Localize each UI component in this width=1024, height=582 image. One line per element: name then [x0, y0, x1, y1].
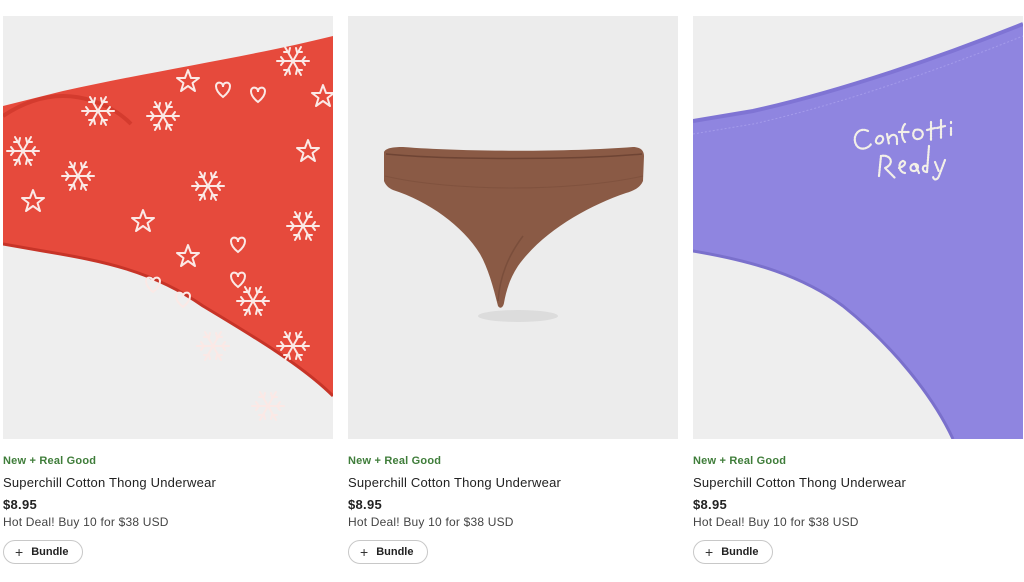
- bundle-label: Bundle: [31, 546, 69, 558]
- product-title[interactable]: Superchill Cotton Thong Underwear: [693, 475, 1023, 490]
- product-price: $8.95: [693, 497, 728, 512]
- product-image[interactable]: [693, 16, 1023, 439]
- product-image[interactable]: [348, 16, 678, 439]
- product-badge: New + Real Good: [693, 455, 787, 467]
- brown-thong-image: [348, 16, 678, 439]
- product-badge: New + Real Good: [348, 455, 442, 467]
- product-card: New + Real Good Superchill Cotton Thong …: [348, 16, 678, 564]
- plus-icon: +: [705, 544, 714, 560]
- purple-thong-image: [693, 16, 1023, 439]
- plus-icon: +: [360, 544, 369, 560]
- bundle-label: Bundle: [376, 546, 414, 558]
- product-promo: Hot Deal! Buy 10 for $38 USD: [3, 515, 169, 529]
- bundle-button[interactable]: + Bundle: [3, 540, 84, 564]
- product-price: $8.95: [348, 497, 383, 512]
- product-price: $8.95: [3, 497, 38, 512]
- product-image[interactable]: [3, 16, 333, 439]
- product-grid: New + Real Good Superchill Cotton Thong …: [0, 0, 1024, 582]
- product-badge: New + Real Good: [3, 455, 97, 467]
- product-promo: Hot Deal! Buy 10 for $38 USD: [693, 515, 859, 529]
- plus-icon: +: [15, 544, 24, 560]
- product-card: New + Real Good Superchill Cotton Thong …: [693, 16, 1023, 564]
- product-promo: Hot Deal! Buy 10 for $38 USD: [348, 515, 514, 529]
- red-snowflake-thong-image: [3, 16, 333, 439]
- bundle-label: Bundle: [721, 546, 759, 558]
- product-title[interactable]: Superchill Cotton Thong Underwear: [348, 475, 678, 490]
- product-card: New + Real Good Superchill Cotton Thong …: [3, 16, 333, 564]
- bundle-button[interactable]: + Bundle: [693, 540, 774, 564]
- bundle-button[interactable]: + Bundle: [348, 540, 429, 564]
- product-title[interactable]: Superchill Cotton Thong Underwear: [3, 475, 333, 490]
